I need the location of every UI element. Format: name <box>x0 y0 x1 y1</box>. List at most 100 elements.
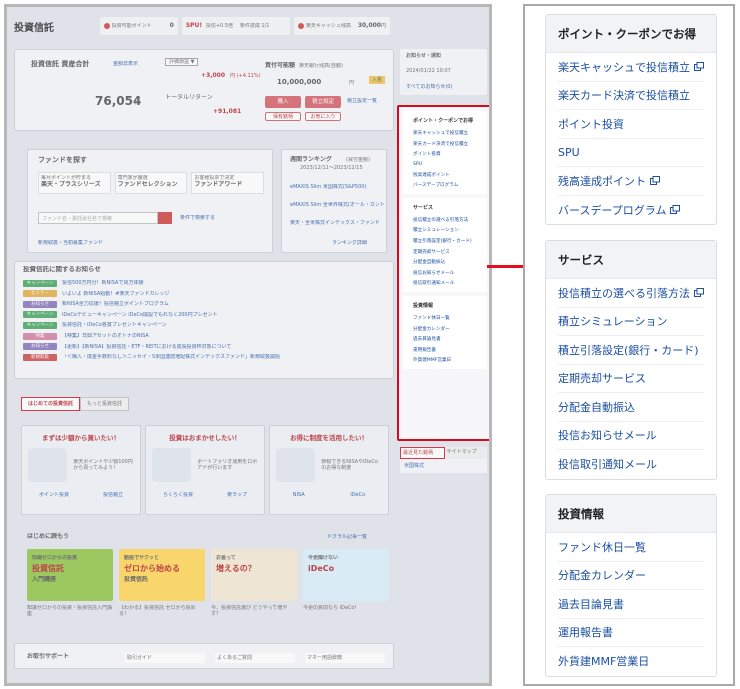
promo-card[interactable]: まずは少額から買いたい！ 楽天ポイントや少額100円から買ってみよう！ ポイント投資… <box>21 425 141 515</box>
news-row[interactable]: お知らせ 【更新】【新NISA】投資信託・ETF・REITにおける成長投資枠対象に… <box>23 341 393 352</box>
spu-pill[interactable]: SPU! 投信+0.5倍 条件達成 1/1 <box>181 17 290 35</box>
fund-search-input[interactable]: ファンド名・委託会社名で検索 <box>38 212 158 224</box>
menu-item[interactable]: 投信積立の選べる引落方法 <box>558 279 704 308</box>
mini-menu-item[interactable]: 分配金自動振込 <box>403 257 487 268</box>
promo-link[interactable]: NISA <box>293 492 305 498</box>
promo-link[interactable]: ポイント投資 <box>39 492 69 498</box>
mini-menu-item[interactable]: 定期売却サービス <box>403 246 487 257</box>
mini-menu-item[interactable]: 積立シミュレーション <box>403 225 487 236</box>
menu-item[interactable]: バースデープログラム <box>558 196 704 225</box>
support-guide[interactable]: 取引ガイド <box>125 653 205 663</box>
favorites-button[interactable]: お気に入り <box>305 112 341 121</box>
deposit-badge[interactable]: 入金 <box>369 76 386 84</box>
buy-button[interactable]: 購入 <box>265 96 301 108</box>
new-funds-link[interactable]: 新規取扱・当初募集ファンド <box>38 240 103 246</box>
menu-item[interactable]: 分配金自動振込 <box>558 393 704 422</box>
notice-all-link[interactable]: すべてのお知らせ(0) <box>400 79 487 95</box>
menu-item[interactable]: 投信取引通知メール <box>558 450 704 479</box>
cash-unit: 円 <box>380 23 386 29</box>
menu-item[interactable]: ポイント投資 <box>558 110 704 139</box>
tsumitate-list-link[interactable]: 積立設定一覧 <box>347 98 377 104</box>
holdings-button[interactable]: 保有銘柄 <box>265 112 301 121</box>
news-row[interactable]: 特集 【特集】日興アセットのオトナのNISA <box>23 331 393 342</box>
menu-item[interactable]: 楽天カード決済で投信積立 <box>558 82 704 110</box>
mini-menu-item[interactable]: 運用報告書 <box>403 345 487 356</box>
support-dictionary[interactable]: マネー用語辞典 <box>305 653 385 663</box>
article-banner[interactable]: 今更聞けない iDeCo 今更の質問なら iDeCo！ <box>303 549 389 611</box>
menu-item[interactable]: 運用報告書 <box>558 619 704 647</box>
ranking-item[interactable]: eMAXIS Slim 全世界株式(オール・カントリー) <box>290 202 384 208</box>
recent-item[interactable]: 米国株式 <box>400 459 487 473</box>
menu-item[interactable]: 残高達成ポイント <box>558 167 704 196</box>
tab-beginner[interactable]: はじめての投資信託 <box>21 397 81 411</box>
menu-item[interactable]: 投信お知らせメール <box>558 422 704 450</box>
article-banner[interactable]: 知識ゼロからの投資 投資信託 入門講座 知識ゼロからの投資・投資信託入門講座 <box>27 549 113 617</box>
promo-link[interactable]: iDeCo <box>350 492 365 498</box>
menu-item-label: バースデープログラム <box>558 203 667 217</box>
fund-cat-plus[interactable]: 毎月ポイントが貯まる 楽天・プラスシリーズ <box>38 172 111 194</box>
spu-label: SPU! <box>185 22 203 30</box>
ranking-item[interactable]: 楽天・全米株式インデックス・ファンド <box>290 220 384 226</box>
fund-cat-selection[interactable]: 専門家が厳選 ファンドセレクション <box>114 172 188 194</box>
article-banner[interactable]: お金って 増えるの？ 今、投資信託選び どうやって増やす？ <box>211 549 297 617</box>
menu-item[interactable]: SPU <box>558 139 704 167</box>
menu-item[interactable]: 楽天キャッシュで投信積立 <box>558 53 704 82</box>
menu-item[interactable]: 外貨建MMF営業日 <box>558 647 704 676</box>
promo-card[interactable]: 投資はおまかせしたい！ ポートフォリオ運用をロボアドが行います らくらく投資 楽ラップ <box>145 425 265 515</box>
cash-label: 楽天キャッシュ残高 <box>305 23 351 29</box>
promo-link[interactable]: 楽ラップ <box>227 492 247 498</box>
mini-menu-item[interactable]: 投信積立の選べる引落方法 <box>403 215 487 226</box>
mini-menu-item[interactable]: 分配金カレンダー <box>403 323 487 334</box>
fund-cat-award[interactable]: お客様投票で決定 ファンドアワード <box>191 172 265 194</box>
article-banner[interactable]: 動画でサクッと ゼロから始める 投資信託 【わかる】投資信託 ゼロから始める！ <box>119 549 205 617</box>
mini-menu-item[interactable]: 楽天カード決済で投信積立 <box>403 139 487 150</box>
eval-select[interactable]: 評価損益 ▼ <box>165 58 199 66</box>
mini-menu-item[interactable]: ポイント投資 <box>403 149 487 160</box>
mini-menu-item[interactable]: SPU <box>403 160 487 170</box>
hajimete-more-link[interactable]: ドクラル記事一覧 <box>327 534 367 540</box>
cash-pill[interactable]: 楽天キャッシュ残高 30,000 円 <box>293 17 390 35</box>
ranking-item[interactable]: eMAXIS Slim 米国株式(S&P500) <box>290 184 384 190</box>
news-tag: 新規取扱 <box>23 353 57 361</box>
news-row[interactable]: セミナー いよいよ 新NISA始動！#楽天ファンドカレッジ <box>23 288 393 299</box>
search-icon[interactable] <box>158 212 172 224</box>
promo-link[interactable]: 投信積立 <box>103 492 123 498</box>
mini-menu-item[interactable]: ファンド休日一覧 <box>403 313 487 324</box>
mini-menu-item[interactable]: 積立引落設定(銀行・カード) <box>403 236 487 247</box>
mini-menu-item[interactable]: 投信取引通知メール <box>403 278 487 289</box>
mini-menu-item[interactable]: 投信お知らせメール <box>403 268 487 279</box>
menu-section-list: 投信積立の選べる引落方法 積立シミュレーション 積立引落設定(銀行・カード) 定期売却… <box>546 279 716 479</box>
promo-card[interactable]: お得に制度を活用したい！ 節税できるNISAやiDeCoのお得な制度 NISA iDe… <box>269 425 389 515</box>
menu-item[interactable]: 積立シミュレーション <box>558 308 704 336</box>
ranking-title: 週間ランキング <box>290 156 332 163</box>
mini-menu-item[interactable]: 残高達成ポイント <box>403 169 487 180</box>
menu-item[interactable]: 分配金カレンダー <box>558 562 704 590</box>
mini-menu-title: 投資情報 <box>413 302 434 309</box>
mini-menu-item[interactable]: 過去目論見書 <box>403 334 487 345</box>
mini-menu-item[interactable]: 外貨建MMF営業日 <box>403 355 487 366</box>
tsumitate-button[interactable]: 積立設定 <box>305 96 341 108</box>
condition-search-link[interactable]: 条件で検索する <box>180 215 215 221</box>
ranking-more-link[interactable]: ランキング詳細 <box>332 240 367 246</box>
news-row[interactable]: 新規取扱 「＜購入・換金手数料なし＞ニッセイ・S米国連続増配株式インデックスファン… <box>23 352 393 363</box>
news-row[interactable]: キャンペーン 投信500万円分！新NISAで買方体験 <box>23 278 393 289</box>
side-notice: お知らせ・通知 2024/01/22 10:07 すべてのお知らせ(0) <box>400 49 487 95</box>
mini-menu-item[interactable]: 楽天キャッシュで投信積立 <box>403 128 487 139</box>
menu-item[interactable]: 定期売却サービス <box>558 365 704 393</box>
news-row[interactable]: キャンペーン iDeCoデビューキャンペーン iDeCo開設でもれなく200円プレ… <box>23 310 393 321</box>
tab-recent[interactable]: 最近見た銘柄 <box>400 447 445 459</box>
news-row[interactable]: キャンペーン 投資信託・iDeCo各賞プレゼントキャンペーン <box>23 320 393 331</box>
promo-links: NISA iDeCo <box>270 492 388 498</box>
menu-item[interactable]: ファンド休日一覧 <box>558 533 704 562</box>
promo-link[interactable]: らくらく投資 <box>163 492 193 498</box>
hajimete-title: はじめに読もう <box>27 533 69 540</box>
points-pill[interactable]: 投資可能ポイント 0 <box>99 17 178 35</box>
menu-item[interactable]: 過去目論見書 <box>558 590 704 619</box>
news-row[interactable]: お知らせ 新NISA全力応援！投信積立ポイントプログラム <box>23 299 393 310</box>
hide-amount-link[interactable]: 金額非表示 <box>113 61 138 67</box>
support-faq[interactable]: よくあるご質問 <box>215 653 295 663</box>
mini-menu-item[interactable]: バースデープログラム <box>403 180 487 191</box>
menu-item[interactable]: 積立引落設定(銀行・カード) <box>558 336 704 365</box>
tab-sitemap[interactable]: サイトマップ <box>444 447 487 459</box>
tab-more[interactable]: もっと投資信託 <box>80 397 130 411</box>
